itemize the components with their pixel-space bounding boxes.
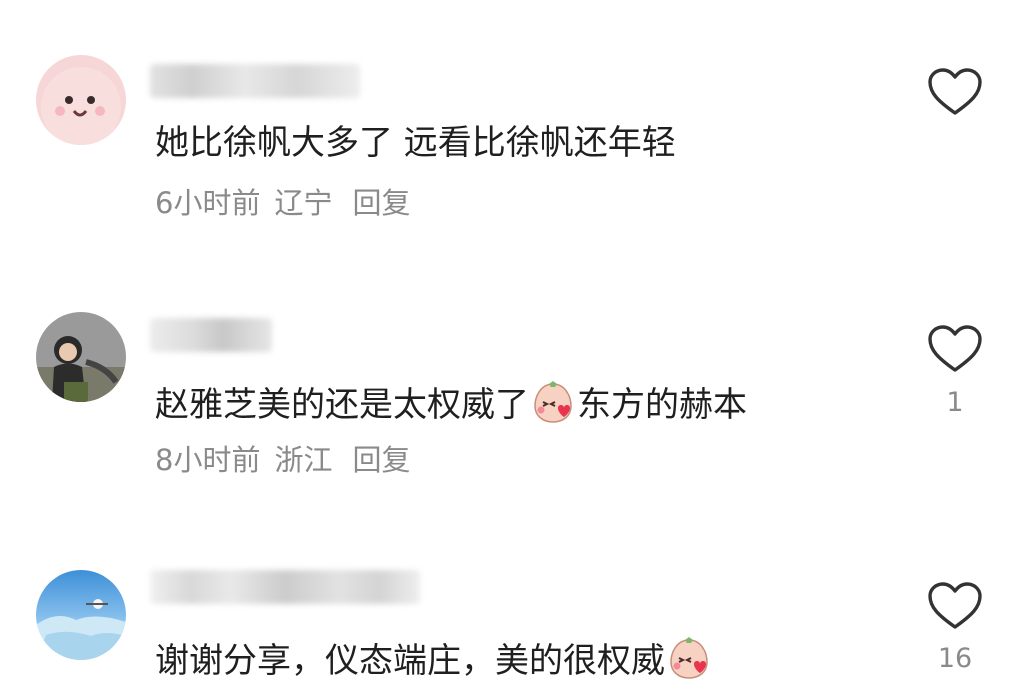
avatar[interactable]	[36, 570, 126, 660]
comment-text-content: 谢谢分享，仪态端庄，美的很权威	[155, 641, 665, 681]
comment-item: 谢谢分享，仪态端庄，美的很权威 16	[0, 0, 1013, 696]
like-button[interactable]	[925, 580, 985, 632]
username-blurred[interactable]	[150, 570, 420, 604]
comment-text: 谢谢分享，仪态端庄，美的很权威	[155, 636, 713, 681]
heart-outline-icon	[928, 582, 982, 629]
like-count: 16	[937, 643, 973, 674]
blush-kiss-emoji	[670, 637, 708, 679]
